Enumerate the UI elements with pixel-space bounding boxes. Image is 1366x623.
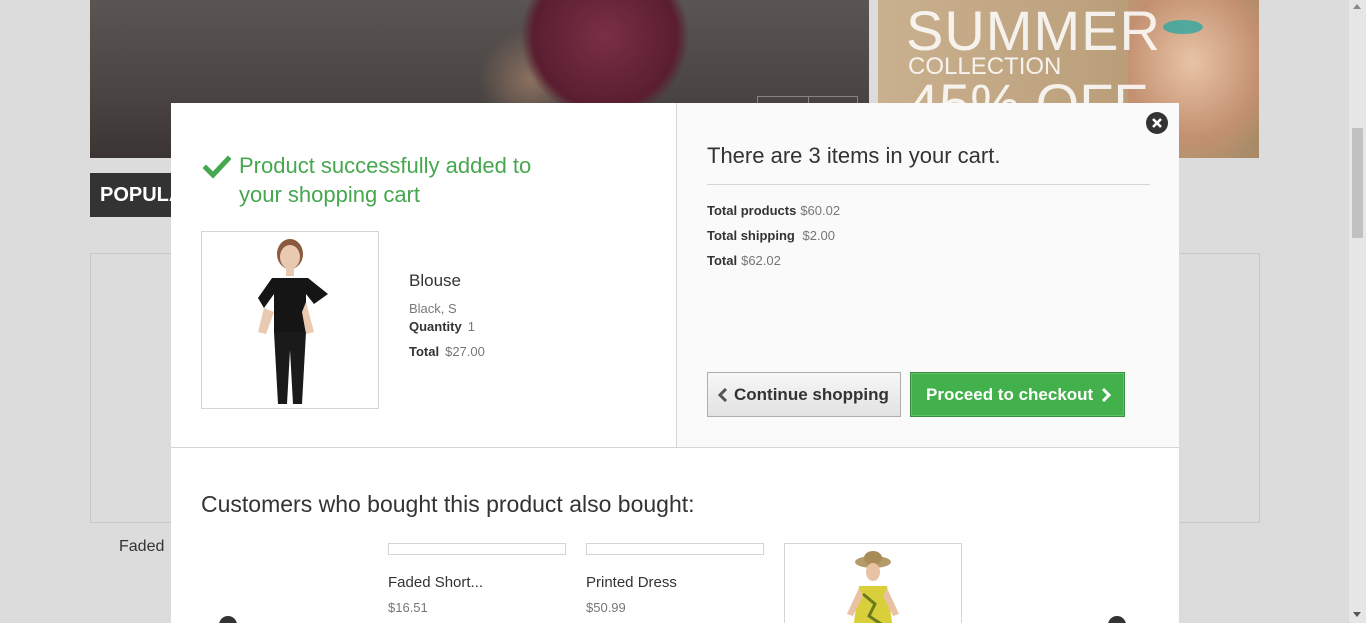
crossselling-item-price: $16.51 [388, 600, 428, 615]
carousel-next-button[interactable] [1108, 616, 1126, 623]
total-products-label: Total products [707, 203, 797, 218]
product-total-label: Total [409, 344, 440, 359]
total-products-value: $60.02 [800, 203, 841, 218]
chevron-right-icon [1102, 387, 1112, 402]
product-image [201, 231, 379, 409]
added-product-panel: Product successfully added to your shopp… [171, 103, 676, 448]
cart-item-count: There are 3 items in your cart. [707, 143, 1001, 168]
cart-total-label: Total [707, 253, 738, 268]
crossselling-item-image[interactable] [784, 543, 962, 623]
carousel-prev-button[interactable] [219, 616, 237, 623]
cart-summary-panel: There are 3 items in your cart. Total pr… [676, 103, 1179, 448]
proceed-to-checkout-button[interactable]: Proceed to checkout [910, 372, 1125, 417]
crossselling-item-image[interactable] [388, 543, 566, 555]
crossselling-item-name[interactable]: Faded Short... [388, 574, 566, 591]
crossselling-item-name[interactable]: Printed Dress [586, 574, 764, 591]
product-name-partial[interactable]: Faded [119, 538, 164, 556]
crossselling-item-image[interactable] [586, 543, 764, 555]
cart-layer-modal: Product successfully added to your shopp… [171, 103, 1179, 623]
crossselling-item[interactable]: Printed Dress $50.99 [586, 543, 764, 615]
product-quantity: Quantity 1 [409, 319, 475, 334]
crossselling-title: Customers who bought this product also b… [201, 491, 695, 517]
product-attributes: Black, S [409, 301, 457, 316]
check-icon [203, 155, 231, 179]
success-text: Product successfully added to your shopp… [239, 153, 532, 207]
total-shipping-value: $2.00 [802, 228, 836, 243]
crossselling-item-price: $50.99 [586, 600, 626, 615]
banner-model-makeup [1163, 20, 1203, 34]
scroll-up-arrow-icon[interactable] [1353, 4, 1361, 9]
crossselling-item[interactable]: Faded Short... $16.51 [388, 543, 566, 615]
quantity-label: Quantity [409, 319, 462, 334]
quantity-value: 1 [467, 319, 475, 334]
blouse-model-image [258, 239, 328, 404]
cart-total: Total $62.02 [707, 253, 781, 268]
divider [171, 447, 1179, 448]
scroll-down-arrow-icon[interactable] [1353, 612, 1361, 617]
cart-total-value: $62.02 [741, 253, 781, 268]
close-icon [1152, 118, 1162, 128]
total-shipping: Total shipping $2.00 [707, 228, 835, 243]
product-total: Total $27.00 [409, 344, 485, 359]
total-products: Total products $60.02 [707, 203, 840, 218]
product-total-value: $27.00 [445, 344, 485, 359]
summer-dress-model-image [847, 551, 899, 623]
close-button[interactable] [1146, 112, 1168, 134]
page-scrollbar[interactable] [1349, 0, 1366, 623]
total-shipping-label: Total shipping [707, 228, 795, 243]
scrollbar-thumb[interactable] [1352, 128, 1363, 238]
product-name: Blouse [409, 271, 461, 290]
continue-shopping-button[interactable]: Continue shopping [707, 372, 901, 417]
divider [707, 184, 1150, 185]
banner-model-skirt [520, 0, 690, 120]
success-message: Product successfully added to your shopp… [203, 151, 569, 209]
checkout-label: Proceed to checkout [926, 384, 1094, 404]
continue-shopping-label: Continue shopping [734, 384, 889, 404]
chevron-left-icon [718, 387, 728, 402]
